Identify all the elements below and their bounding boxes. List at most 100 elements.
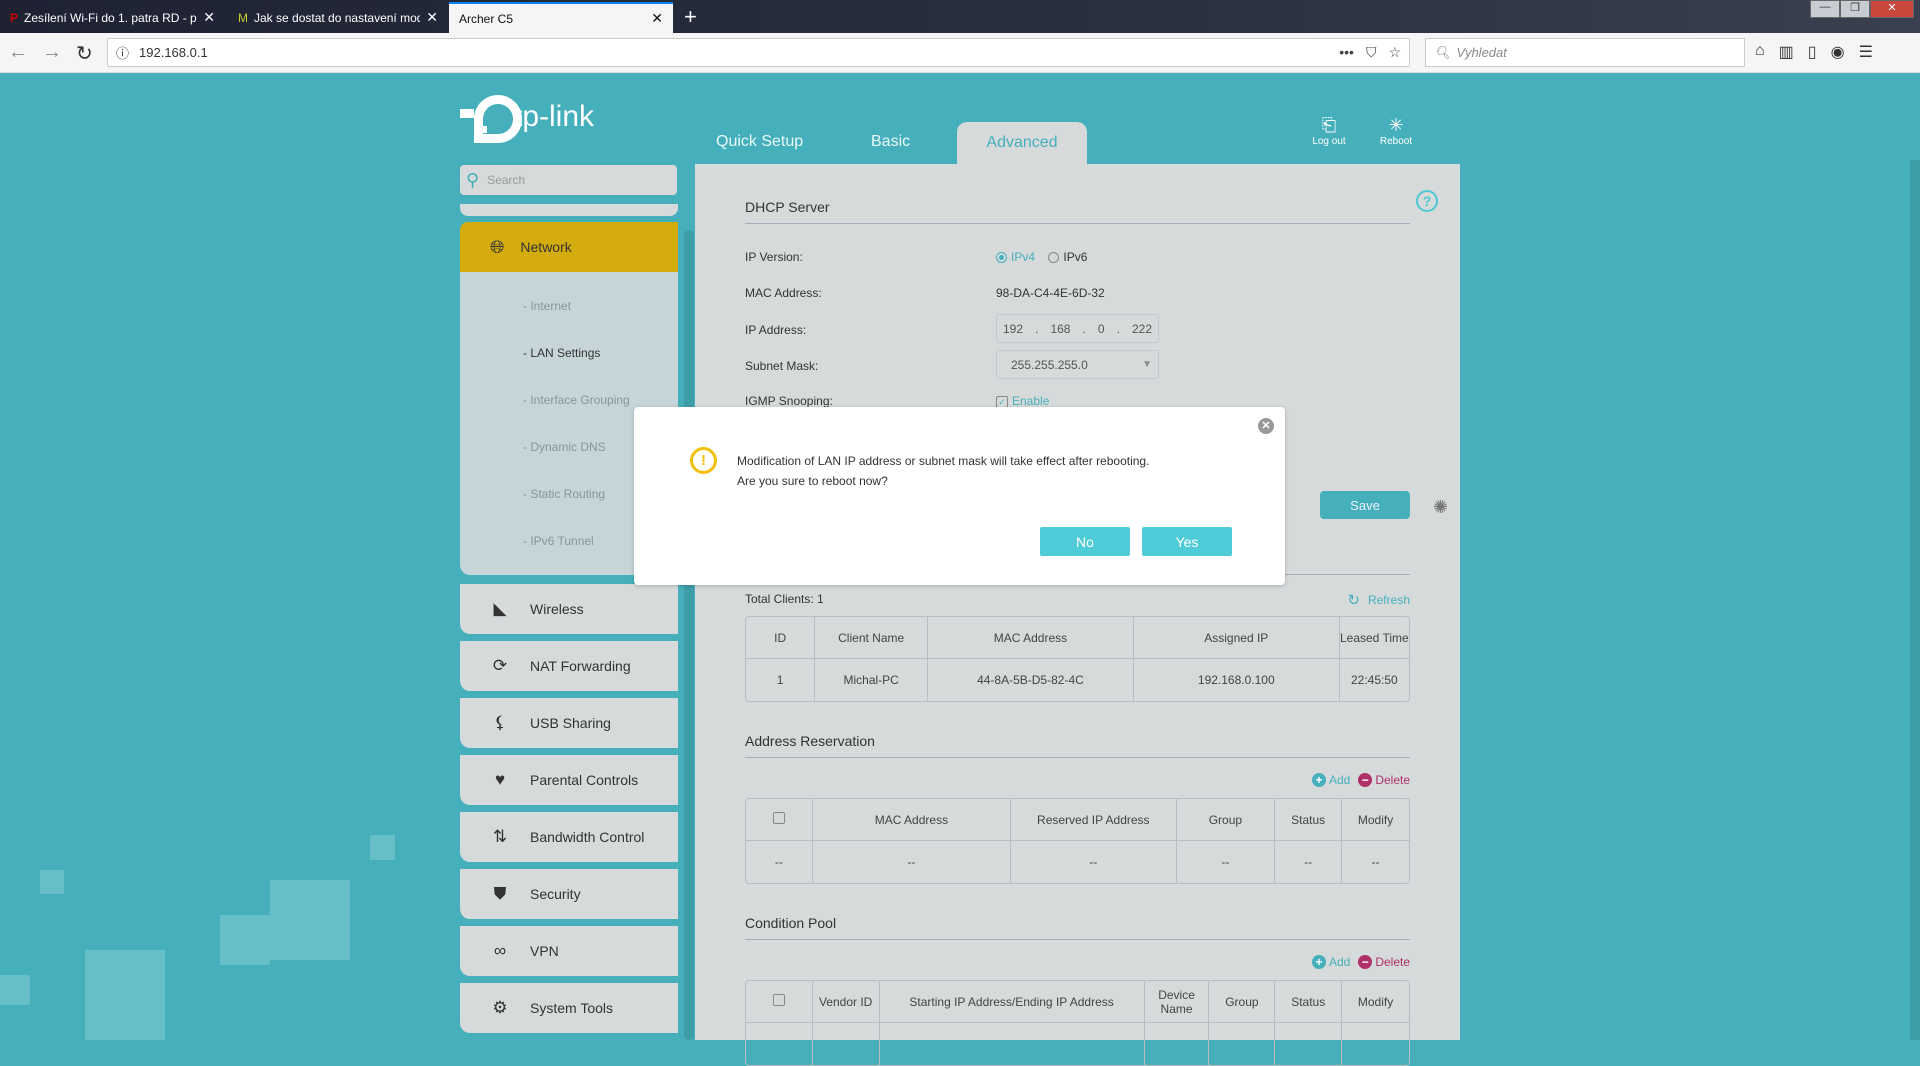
submenu-dynamic-dns[interactable]: - Dynamic DNS	[523, 440, 606, 454]
reboot-label: Reboot	[1379, 136, 1413, 147]
reservation-table: MAC Address Reserved IP Address Group Statu…	[745, 798, 1410, 884]
submenu-interface-grouping[interactable]: - Interface Grouping	[523, 393, 630, 407]
sidebar-item-usb-sharing[interactable]: ⚸ USB Sharing	[460, 698, 678, 748]
menu-icon[interactable]: ☰	[1859, 42, 1873, 62]
save-button[interactable]: Save	[1320, 491, 1410, 519]
submenu-static-routing[interactable]: - Static Routing	[523, 487, 605, 501]
browser-tab-active[interactable]: Archer C5 ✕	[449, 2, 673, 33]
reboot-confirm-dialog: ✕ ! Modification of LAN IP address or su…	[634, 407, 1285, 585]
add-button[interactable]: + Add	[1311, 773, 1350, 787]
sidebar-item-label: Network	[520, 239, 572, 255]
pool-actions: + Add − Delete	[1311, 955, 1410, 969]
submenu-internet[interactable]: - Internet	[523, 299, 571, 313]
sidebar-item-system-tools[interactable]: ⚙ System Tools	[460, 983, 678, 1033]
browser-tab[interactable]: M Jak se dostat do nastavení mod ✕	[228, 2, 448, 33]
logout-label: Log out	[1312, 136, 1346, 147]
ip-address-input[interactable]: 192. 168. 0. 222	[996, 314, 1159, 343]
info-icon[interactable]: ⓘ	[116, 43, 129, 62]
close-tab-icon[interactable]: ✕	[651, 10, 663, 27]
sidebar-item-network[interactable]: 🌐︎ Network	[460, 222, 678, 272]
back-icon[interactable]: ←	[8, 41, 28, 64]
home-icon[interactable]: ⌂	[1755, 42, 1765, 62]
sidebar-item-security[interactable]: ⛊ Security	[460, 869, 678, 919]
search-placeholder: Search	[487, 173, 526, 187]
table-cell: --	[1177, 841, 1276, 883]
sidebar-item-nat-forwarding[interactable]: ⟳ NAT Forwarding	[460, 641, 678, 691]
wifi-icon: ◣	[493, 599, 507, 618]
subnet-mask-select[interactable]: 255.255.255.0 ▼	[996, 350, 1159, 379]
sidebar-item-bandwidth-control[interactable]: ⇅ Bandwidth Control	[460, 812, 678, 862]
table-cell: 22:45:50	[1350, 673, 1398, 687]
tab-basic[interactable]: Basic	[871, 133, 910, 151]
minimize-button[interactable]: —	[1810, 0, 1840, 18]
browser-tab[interactable]: P Zesílení Wi-Fi do 1. patra RD - p ✕	[0, 2, 225, 33]
ip-octet-2[interactable]: 168	[1050, 322, 1070, 336]
tab-quick-setup[interactable]: Quick Setup	[716, 133, 803, 151]
close-tab-icon[interactable]: ✕	[426, 9, 438, 26]
account-icon[interactable]: ◉	[1831, 42, 1845, 62]
igmp-checkbox[interactable]: ✓ Enable	[996, 394, 1049, 408]
browser-tab-bar: P Zesílení Wi-Fi do 1. patra RD - p ✕ M Jak…	[0, 0, 1920, 33]
mac-value: 98-DA-C4-4E-6D-32	[996, 286, 1105, 300]
delete-button[interactable]: − Delete	[1358, 955, 1410, 969]
background-decoration	[40, 870, 64, 894]
table-row	[746, 1023, 1409, 1065]
globe-icon: 🌐︎	[490, 236, 505, 257]
sidebar-search-input[interactable]: ⚲ Search	[460, 165, 677, 195]
column-header: Vendor ID	[812, 981, 880, 1023]
library-icon[interactable]: ▥	[1779, 42, 1794, 62]
sidebar-item-vpn[interactable]: ∞ VPN	[460, 926, 678, 976]
close-icon[interactable]: ✕	[1258, 418, 1274, 434]
usb-icon: ⚸	[493, 713, 507, 732]
new-tab-button[interactable]: +	[684, 4, 697, 30]
select-all-checkbox[interactable]	[772, 994, 785, 1006]
close-tab-icon[interactable]: ✕	[203, 9, 215, 26]
forward-icon[interactable]: →	[42, 41, 62, 64]
page-scrollbar[interactable]	[1910, 160, 1920, 1040]
bookmark-star-icon[interactable]: ☆	[1388, 44, 1401, 61]
section-title: Address Reservation	[745, 733, 875, 749]
select-all-checkbox[interactable]	[772, 812, 785, 824]
url-bar[interactable]: ⓘ 192.168.0.1 ••• ⛉ ☆	[107, 38, 1410, 67]
submenu-lan-settings[interactable]: - LAN Settings	[523, 346, 600, 360]
maximize-button[interactable]: ❐	[1840, 0, 1870, 18]
no-button[interactable]: No	[1040, 527, 1130, 556]
sidebar-item-label: Wireless	[530, 601, 584, 617]
search-icon: 🔍︎	[1434, 44, 1451, 60]
ip-octet-1[interactable]: 192	[1003, 322, 1023, 336]
sidebar-item-parental-controls[interactable]: ♥ Parental Controls	[460, 755, 678, 805]
ip-version-radio-group: IPv4 IPv6	[996, 250, 1087, 264]
close-window-button[interactable]: ✕	[1870, 0, 1914, 18]
toolbar-icons: ⌂ ▥ ▯ ◉ ☰	[1755, 42, 1873, 62]
refresh-label: Refresh	[1367, 593, 1410, 607]
reservation-actions: + Add − Delete	[1311, 773, 1410, 787]
yes-button[interactable]: Yes	[1142, 527, 1232, 556]
radio-ipv4[interactable]: IPv4	[996, 250, 1035, 264]
divider	[745, 223, 1410, 224]
sidebar-icon[interactable]: ▯	[1808, 42, 1817, 62]
ip-label: IP Address:	[745, 323, 807, 337]
ip-octet-4[interactable]: 222	[1132, 322, 1152, 336]
ip-octet-3[interactable]: 0	[1098, 322, 1105, 336]
delete-label: Delete	[1375, 955, 1410, 969]
reboot-button[interactable]: ✳ Reboot	[1371, 115, 1421, 147]
pocket-icon[interactable]: ⛉	[1366, 44, 1377, 61]
radio-ipv6[interactable]: IPv6	[1048, 250, 1087, 264]
reload-icon[interactable]: ↻	[76, 41, 93, 66]
refresh-button[interactable]: ↻ Refresh	[1347, 591, 1410, 609]
table-header-row: ID Client Name MAC Address Assigned IP Lease…	[746, 617, 1409, 659]
table-cell	[880, 1023, 1145, 1065]
add-button[interactable]: + Add	[1311, 955, 1350, 969]
logout-button[interactable]: ⎗ Log out	[1304, 115, 1354, 147]
more-icon[interactable]: •••	[1339, 44, 1354, 61]
delete-button[interactable]: − Delete	[1358, 773, 1410, 787]
tab-advanced[interactable]: Advanced	[957, 122, 1087, 165]
help-icon[interactable]: ?	[1416, 190, 1438, 212]
content-panel: DHCP Server ? IP Version: IPv4 IPv6 MAC …	[695, 164, 1460, 1066]
browser-search-input[interactable]: 🔍︎ Vyhledat	[1425, 38, 1745, 67]
submenu-ipv6-tunnel[interactable]: - IPv6 Tunnel	[523, 534, 594, 548]
radio-unchecked-icon	[1048, 252, 1060, 264]
sidebar-item-label: NAT Forwarding	[530, 658, 631, 674]
sidebar-scrollbar[interactable]	[684, 230, 694, 1040]
sidebar-item-wireless[interactable]: ◣ Wireless	[460, 584, 678, 634]
